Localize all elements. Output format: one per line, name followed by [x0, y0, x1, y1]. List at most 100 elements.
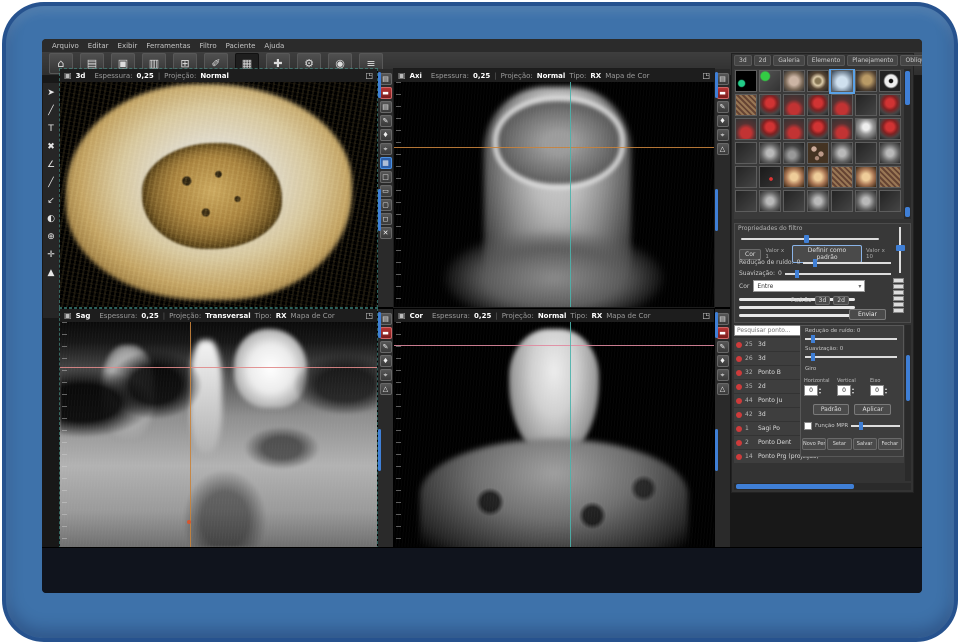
- gallery-thumb[interactable]: [759, 142, 781, 164]
- slider-handle[interactable]: [811, 353, 815, 361]
- profile-dropdown[interactable]: Entre ▾: [753, 280, 865, 292]
- maximize-viewport-icon[interactable]: ◳: [365, 71, 373, 80]
- novo-perfil-button[interactable]: Novo Perfil: [802, 438, 826, 450]
- region-icon[interactable]: ▭: [380, 185, 392, 197]
- gallery-thumb[interactable]: [831, 142, 853, 164]
- tab-2d[interactable]: 2d: [754, 55, 772, 66]
- copy-icon[interactable]: ▤: [380, 101, 392, 113]
- noise-reduction-slider[interactable]: [805, 338, 897, 340]
- threshold-slider[interactable]: [741, 235, 879, 243]
- ruler-tool-icon[interactable]: ╱: [44, 176, 58, 191]
- gallery-thumb[interactable]: [879, 142, 901, 164]
- padrao-2d-button[interactable]: 2d: [833, 296, 849, 305]
- maximize-viewport-icon[interactable]: ◳: [365, 311, 373, 320]
- record-icon[interactable]: ▬: [717, 327, 729, 339]
- gallery-thumb[interactable]: [759, 94, 781, 116]
- gallery-thumb[interactable]: [783, 166, 805, 188]
- padrao-3d-button[interactable]: 3d: [815, 296, 831, 305]
- line-tool-icon[interactable]: ╱: [44, 104, 58, 119]
- gallery-thumb[interactable]: [759, 70, 781, 92]
- gallery-scrollbar[interactable]: [904, 69, 911, 219]
- tab-planejamento[interactable]: Planejamento: [847, 55, 898, 66]
- viewport-3d[interactable]: ▣ 3d Espessura: 0,25 | Projeção: Normal …: [60, 69, 377, 307]
- gallery-thumb[interactable]: [855, 142, 877, 164]
- gallery-thumb[interactable]: [855, 166, 877, 188]
- level-slider-3[interactable]: [739, 314, 855, 317]
- draw-icon[interactable]: ✎: [380, 341, 392, 353]
- tab-elemento[interactable]: Elemento: [807, 55, 846, 66]
- cone-tool-icon[interactable]: ▲: [44, 266, 58, 281]
- cone-icon[interactable]: △: [717, 143, 729, 155]
- gallery-thumb[interactable]: [759, 190, 781, 212]
- gallery-thumb[interactable]: [783, 142, 805, 164]
- points-scrollbar[interactable]: [905, 325, 911, 481]
- menu-filtro[interactable]: Filtro: [199, 42, 216, 50]
- gallery-thumb[interactable]: [855, 190, 877, 212]
- enviar-button[interactable]: Enviar: [849, 309, 886, 320]
- point-marker[interactable]: [187, 520, 191, 524]
- export-icon[interactable]: ▤: [717, 313, 729, 325]
- gallery-thumb[interactable]: [855, 70, 877, 92]
- gallery-thumb[interactable]: [783, 118, 805, 140]
- level-slider-2[interactable]: [739, 306, 855, 309]
- viewport-sagittal[interactable]: ▣ Sag Espessura: 0,25 | Projeção: Transv…: [60, 309, 377, 548]
- slider-handle[interactable]: [859, 422, 863, 430]
- vertical-slider[interactable]: [896, 227, 905, 273]
- gallery-thumb[interactable]: [879, 190, 901, 212]
- gallery-thumb[interactable]: [831, 118, 853, 140]
- target-icon[interactable]: ⌖: [717, 369, 729, 381]
- delete-tool-icon[interactable]: ✖: [44, 140, 58, 155]
- viewport-axial-image[interactable]: [394, 82, 714, 307]
- padrao-button[interactable]: Padrão: [813, 404, 850, 415]
- layers-icon[interactable]: ▦: [380, 157, 392, 169]
- gallery-thumb[interactable]: [735, 166, 757, 188]
- tab-obl-qua[interactable]: Oblíqua: [900, 55, 922, 66]
- spin-value[interactable]: 0: [870, 385, 884, 396]
- tab-galeria[interactable]: Galeria: [773, 55, 805, 66]
- menu-arquivo[interactable]: Arquivo: [52, 42, 79, 50]
- spinner-arrows-icon[interactable]: ▴▾: [852, 387, 854, 395]
- target-icon[interactable]: ⌖: [380, 143, 392, 155]
- smoothing-slider[interactable]: Suavização: 0: [739, 270, 891, 277]
- maximize-viewport-icon[interactable]: ◳: [702, 71, 710, 80]
- menu-ajuda[interactable]: Ajuda: [264, 42, 284, 50]
- gallery-thumb[interactable]: [783, 70, 805, 92]
- crop-icon[interactable]: □: [380, 171, 392, 183]
- mpr-checkbox[interactable]: [804, 422, 812, 430]
- gallery-thumb[interactable]: [831, 94, 853, 116]
- menu-paciente[interactable]: Paciente: [226, 42, 256, 50]
- menu-editar[interactable]: Editar: [88, 42, 109, 50]
- gallery-thumb[interactable]: [807, 94, 829, 116]
- gallery-thumb[interactable]: [783, 94, 805, 116]
- record-icon[interactable]: ▬: [380, 327, 392, 339]
- aplicar-button[interactable]: Aplicar: [854, 404, 891, 415]
- text-tool-icon[interactable]: T: [44, 122, 58, 137]
- draw-icon[interactable]: ✎: [717, 341, 729, 353]
- gallery-thumb[interactable]: [783, 190, 805, 212]
- gallery-thumb[interactable]: [831, 190, 853, 212]
- cursor-tool-icon[interactable]: ➤: [44, 86, 58, 101]
- chevron-down-icon[interactable]: ▾: [858, 283, 861, 290]
- spinner-arrows-icon[interactable]: ▴▾: [885, 387, 887, 395]
- slider-handle[interactable]: [813, 259, 817, 267]
- gallery-thumb[interactable]: [807, 70, 829, 92]
- implant-tool-icon[interactable]: ✛: [44, 248, 58, 263]
- gallery-thumb[interactable]: [831, 70, 853, 92]
- gallery-thumb[interactable]: [735, 142, 757, 164]
- angle-measure-tool-icon[interactable]: ∠: [44, 158, 58, 173]
- cone-icon[interactable]: △: [717, 383, 729, 395]
- record-icon[interactable]: ▬: [380, 87, 392, 99]
- search-point-input[interactable]: [734, 325, 810, 336]
- scrollbar-thumb[interactable]: [905, 71, 910, 105]
- mpr-slider[interactable]: [851, 425, 900, 427]
- crosshair-horizontal[interactable]: [394, 345, 714, 346]
- gallery-thumb[interactable]: [879, 70, 901, 92]
- viewport-axial[interactable]: ▣ Axi Espessura: 0,25 | Projeção: Normal…: [394, 69, 714, 307]
- gallery-thumb[interactable]: [759, 118, 781, 140]
- menu-ferramentas[interactable]: Ferramentas: [146, 42, 190, 50]
- crosshair-vertical[interactable]: [190, 322, 191, 547]
- noise-reduction-slider[interactable]: Redução de ruído: 0: [739, 259, 891, 266]
- arrow-tool-icon[interactable]: ↙: [44, 194, 58, 209]
- gallery-thumb[interactable]: [759, 166, 781, 188]
- gallery-thumb[interactable]: [807, 118, 829, 140]
